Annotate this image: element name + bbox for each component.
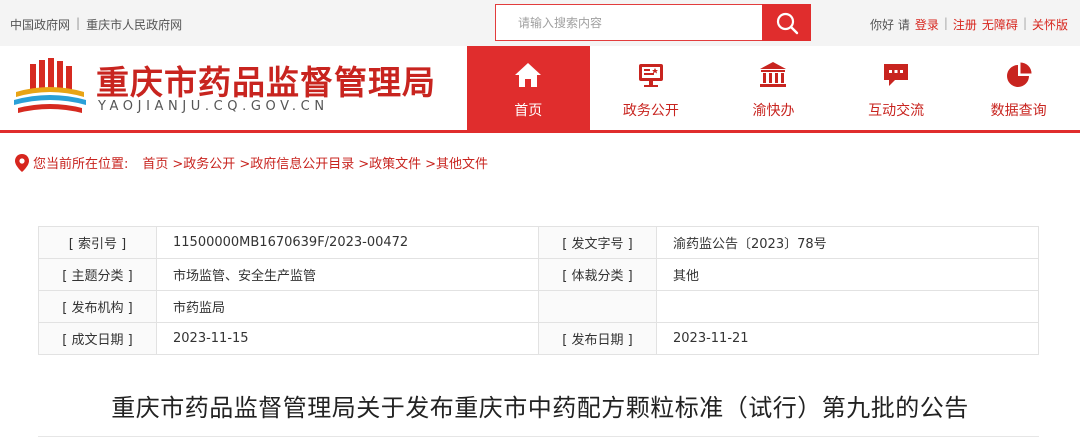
monitor-icon <box>638 64 663 87</box>
main-nav: 首页 政务公开 渝快办 互动交流 数据查询 <box>467 46 1080 130</box>
site-logo-icon[interactable] <box>12 58 88 116</box>
written-date-value: 2023-11-15 <box>156 322 539 355</box>
table-row: [ 成文日期 ] 2023-11-15 [ 发布日期 ] 2023-11-21 <box>38 322 1039 355</box>
publish-date-value: 2023-11-21 <box>656 322 1039 355</box>
genre-value: 其他 <box>656 258 1039 291</box>
link-gov-cn[interactable]: 中国政府网 <box>10 16 70 33</box>
nav-item-gov-affairs[interactable]: 政务公开 <box>590 46 713 130</box>
breadcrumb-item-policy[interactable]: >政策文件 <box>358 153 421 172</box>
login-link[interactable]: 登录 <box>915 16 939 33</box>
top-links: 中国政府网 | 重庆市人民政府网 <box>10 16 182 33</box>
nav-item-yukuaiban[interactable]: 渝快办 <box>712 46 835 130</box>
accessibility-link[interactable]: 无障碍 <box>982 16 1018 33</box>
document-info-table: [ 索引号 ] 11500000MB1670639F/2023-00472 [ … <box>38 226 1039 355</box>
index-no-label: [ 索引号 ] <box>38 226 157 259</box>
chat-icon <box>884 64 909 86</box>
empty-label <box>538 290 657 323</box>
table-row: [ 索引号 ] 11500000MB1670639F/2023-00472 [ … <box>38 226 1039 259</box>
search-button[interactable] <box>762 4 811 41</box>
breadcrumb-item-other[interactable]: >其他文件 <box>425 153 488 172</box>
written-date-label: [ 成文日期 ] <box>38 322 157 355</box>
elderly-mode-link[interactable]: 关怀版 <box>1032 16 1068 33</box>
site-title[interactable]: 重庆市药品监督管理局 <box>96 56 436 104</box>
publisher-label: [ 发布机构 ] <box>38 290 157 323</box>
nav-label: 渝快办 <box>752 103 795 119</box>
top-bar: 中国政府网 | 重庆市人民政府网 你好 请 登录 | 注册 无障碍 | 关怀版 <box>0 0 1080 46</box>
publisher-value: 市药监局 <box>156 290 539 323</box>
pie-chart-icon <box>1006 62 1032 87</box>
location-pin-icon <box>15 153 29 172</box>
search-icon <box>776 12 798 34</box>
link-cq-gov[interactable]: 重庆市人民政府网 <box>86 16 182 33</box>
divider <box>38 436 1039 437</box>
table-row: [ 主题分类 ] 市场监管、安全生产监管 [ 体裁分类 ] 其他 <box>38 258 1039 291</box>
doc-no-value: 渝药监公告〔2023〕78号 <box>656 226 1039 259</box>
publish-date-label: [ 发布日期 ] <box>538 322 657 355</box>
nav-item-data-query[interactable]: 数据查询 <box>957 46 1080 130</box>
bank-icon <box>760 62 787 87</box>
nav-label: 政务公开 <box>622 103 679 119</box>
doc-no-label: [ 发文字号 ] <box>538 226 657 259</box>
breadcrumb-label: 您当前所在位置: <box>33 157 129 172</box>
nav-label: 数据查询 <box>990 103 1047 119</box>
article-title: 重庆市药品监督管理局关于发布重庆市中药配方颗粒标准（试行）第九批的公告 <box>111 394 969 422</box>
breadcrumb: 您当前所在位置: 首页 >政务公开 >政府信息公开目录 >政策文件 >其他文件 <box>15 153 488 172</box>
nav-underline <box>0 130 1080 133</box>
genre-label: [ 体裁分类 ] <box>538 258 657 291</box>
nav-label: 首页 <box>514 103 543 119</box>
nav-item-interaction[interactable]: 互动交流 <box>835 46 958 130</box>
divider: | <box>943 16 948 30</box>
index-no-value: 11500000MB1670639F/2023-00472 <box>156 226 539 259</box>
divider: | <box>1022 16 1027 30</box>
nav-label: 互动交流 <box>868 103 925 119</box>
table-row: [ 发布机构 ] 市药监局 <box>38 290 1039 323</box>
topic-label: [ 主题分类 ] <box>38 258 157 291</box>
breadcrumb-item-catalog[interactable]: >政府信息公开目录 <box>239 153 354 172</box>
user-links: 你好 请 登录 | 注册 无障碍 | 关怀版 <box>870 16 1068 33</box>
search-box <box>495 4 763 41</box>
greeting-text: 你好 请 <box>870 18 910 32</box>
site-domain: YAOJIANJU.CQ.GOV.CN <box>98 99 329 114</box>
search-input[interactable] <box>496 5 762 40</box>
breadcrumb-item-gov-affairs[interactable]: >政务公开 <box>172 153 235 172</box>
register-link[interactable]: 注册 <box>953 16 977 33</box>
breadcrumb-item-home[interactable]: 首页 <box>142 153 168 172</box>
empty-value <box>656 290 1039 323</box>
nav-item-home[interactable]: 首页 <box>467 46 590 130</box>
home-icon <box>515 63 542 87</box>
topic-value: 市场监管、安全生产监管 <box>156 258 539 291</box>
divider: | <box>76 16 81 30</box>
